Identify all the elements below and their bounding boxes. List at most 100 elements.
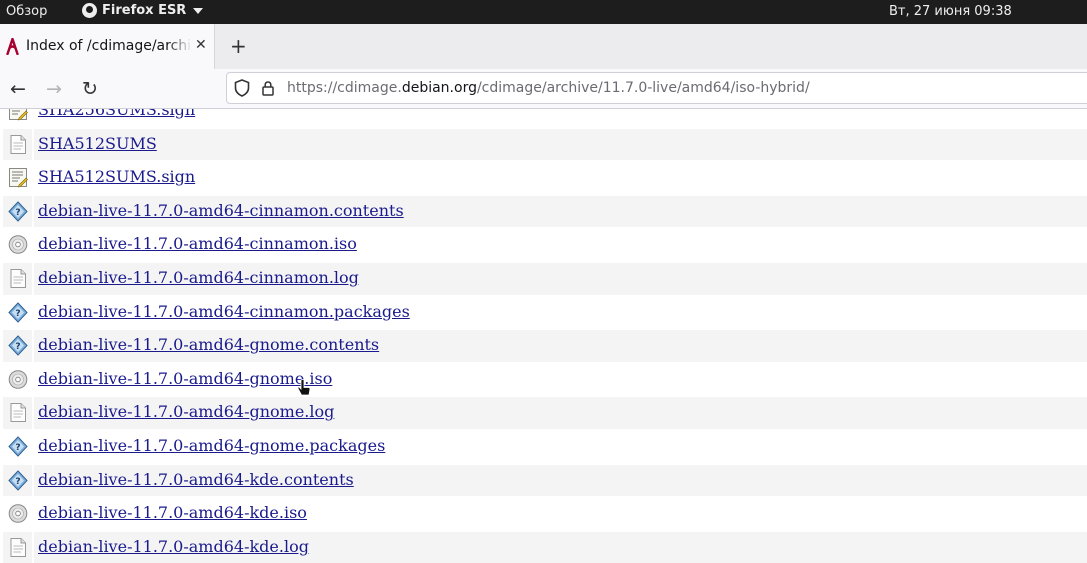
text-file-icon (10, 537, 26, 557)
package-file-icon: ? (8, 201, 28, 222)
file-icon-cell (3, 364, 32, 396)
svg-text:?: ? (15, 443, 20, 453)
file-link[interactable]: debian-live-11.7.0-amd64-gnome.iso (38, 369, 332, 388)
disc-image-icon (8, 369, 28, 389)
svg-text:?: ? (15, 208, 20, 218)
debian-swirl-icon (6, 38, 19, 55)
app-menu[interactable]: Firefox ESR (82, 3, 204, 18)
tab-strip: Index of /cdimage/archive/11.7.0-live/am… (0, 24, 1087, 69)
file-name-cell: debian-live-11.7.0-amd64-cinnamon.iso (34, 229, 1087, 261)
gnome-top-bar: Обзор Firefox ESR Вт, 27 июня 09:38 (0, 0, 1087, 24)
close-icon[interactable]: ✕ (195, 37, 207, 53)
file-name-cell: debian-live-11.7.0-amd64-cinnamon.conten… (34, 195, 1087, 228)
file-link[interactable]: debian-live-11.7.0-amd64-gnome.log (38, 402, 334, 421)
tab-title: Index of /cdimage/archive/11.7.0-live/am… (26, 38, 192, 54)
url-prefix: https://cdimage. (287, 80, 402, 96)
list-item: debian-live-11.7.0-amd64-gnome.iso (0, 363, 1087, 397)
file-link[interactable]: debian-live-11.7.0-amd64-kde.iso (38, 503, 307, 522)
svg-text:?: ? (15, 309, 20, 319)
file-name-cell: debian-live-11.7.0-amd64-gnome.contents (34, 330, 1087, 362)
file-link[interactable]: SHA512SUMS (38, 134, 157, 153)
clock[interactable]: Вт, 27 июня 09:38 (889, 4, 1012, 19)
package-file-icon: ? (8, 301, 28, 323)
file-icon-cell (3, 128, 32, 161)
svg-text:?: ? (15, 342, 20, 352)
package-file-icon: ? (8, 469, 28, 491)
file-name-cell: SHA512SUMS.sign (34, 162, 1087, 194)
list-item: debian-live-11.7.0-amd64-cinnamon.iso (0, 228, 1087, 262)
list-item: ? debian-live-11.7.0-amd64-cinnamon.conte… (0, 195, 1087, 229)
file-name-cell: debian-live-11.7.0-amd64-gnome.log (34, 397, 1087, 429)
directory-listing: SHA256SUMS.sign SHA512SUMS SHA512SUMS.sign… (0, 109, 1087, 563)
list-item: ? debian-live-11.7.0-amd64-cinnamon.packa… (0, 296, 1087, 330)
file-icon-cell (3, 262, 32, 295)
file-link[interactable]: debian-live-11.7.0-amd64-cinnamon.iso (38, 234, 357, 253)
file-icon-cell: ? (3, 297, 32, 329)
package-file-icon: ? (8, 335, 28, 356)
back-arrow-icon[interactable]: ← (6, 77, 30, 101)
file-icon-cell (3, 229, 32, 261)
file-name-cell: debian-live-11.7.0-amd64-kde.log (34, 531, 1087, 563)
list-item: ? debian-live-11.7.0-amd64-kde.contents (0, 464, 1087, 498)
file-link[interactable]: SHA256SUMS.sign (38, 109, 195, 119)
file-link[interactable]: debian-live-11.7.0-amd64-gnome.contents (38, 335, 379, 354)
list-item: ? debian-live-11.7.0-amd64-gnome.contents (0, 329, 1087, 363)
activities-button[interactable]: Обзор (6, 4, 47, 19)
file-name-cell: debian-live-11.7.0-amd64-gnome.iso (34, 364, 1087, 396)
disc-image-icon (8, 504, 28, 523)
forward-arrow-icon[interactable]: → (42, 77, 66, 101)
url-path: /cdimage/archive/11.7.0-live/amd64/iso-h… (476, 80, 810, 96)
file-link[interactable]: debian-live-11.7.0-amd64-kde.log (38, 537, 309, 556)
file-icon-cell: ? (3, 195, 32, 228)
new-tab-button[interactable]: + (230, 34, 247, 58)
list-item: debian-live-11.7.0-amd64-cinnamon.log (0, 262, 1087, 296)
file-icon-cell (3, 498, 32, 530)
list-item: SHA512SUMS.sign (0, 161, 1087, 195)
tracking-shield-icon[interactable] (234, 79, 250, 97)
url-bar[interactable]: https://cdimage.debian.org/cdimage/archi… (226, 72, 1087, 104)
package-file-icon: ? (8, 436, 28, 457)
file-link[interactable]: debian-live-11.7.0-amd64-gnome.packages (38, 436, 385, 455)
file-link[interactable]: debian-live-11.7.0-amd64-cinnamon.packag… (38, 302, 410, 321)
file-icon-cell (3, 531, 32, 563)
disc-image-icon (8, 235, 28, 255)
file-link[interactable]: SHA512SUMS.sign (38, 167, 195, 186)
file-name-cell: debian-live-11.7.0-amd64-gnome.packages (34, 431, 1087, 463)
file-icon-cell: ? (3, 431, 32, 463)
url-host: debian.org (401, 80, 477, 96)
list-item: debian-live-11.7.0-amd64-kde.log (0, 531, 1087, 563)
signature-file-icon (9, 109, 28, 121)
list-item: SHA512SUMS (0, 128, 1087, 162)
text-file-icon (10, 403, 26, 423)
navigation-toolbar: ← → ↻ https://cdimage.debian.org/cdimage… (0, 69, 1087, 109)
hand-cursor-icon (297, 379, 311, 396)
list-item: ? debian-live-11.7.0-amd64-gnome.packages (0, 430, 1087, 464)
file-name-cell: SHA256SUMS.sign (34, 109, 1087, 127)
file-name-cell: debian-live-11.7.0-amd64-kde.contents (34, 464, 1087, 497)
chevron-down-icon (193, 7, 204, 14)
tab-active[interactable]: Index of /cdimage/archive/11.7.0-live/am… (0, 24, 215, 69)
list-item: debian-live-11.7.0-amd64-kde.iso (0, 497, 1087, 531)
firefox-icon (82, 3, 97, 18)
file-link[interactable]: debian-live-11.7.0-amd64-cinnamon.conten… (38, 201, 404, 220)
url-text[interactable]: https://cdimage.debian.org/cdimage/archi… (287, 80, 810, 96)
file-name-cell: debian-live-11.7.0-amd64-cinnamon.log (34, 262, 1087, 295)
lock-icon[interactable] (262, 81, 274, 96)
app-menu-label: Firefox ESR (102, 3, 187, 18)
reload-icon[interactable]: ↻ (78, 77, 102, 101)
list-item: debian-live-11.7.0-amd64-gnome.log (0, 396, 1087, 430)
file-icon-cell: ? (3, 330, 32, 362)
list-item: SHA256SUMS.sign (0, 109, 1087, 128)
file-name-cell: SHA512SUMS (34, 128, 1087, 161)
file-icon-cell (3, 162, 32, 194)
file-link[interactable]: debian-live-11.7.0-amd64-cinnamon.log (38, 268, 359, 287)
text-file-icon (10, 268, 26, 288)
text-file-icon (10, 134, 26, 154)
file-icon-cell: ? (3, 464, 32, 497)
signature-file-icon (9, 168, 28, 188)
file-icon-cell (3, 397, 32, 429)
file-link[interactable]: debian-live-11.7.0-amd64-kde.contents (38, 470, 354, 489)
file-name-cell: debian-live-11.7.0-amd64-kde.iso (34, 498, 1087, 530)
file-name-cell: debian-live-11.7.0-amd64-cinnamon.packag… (34, 297, 1087, 329)
file-icon-cell (3, 109, 32, 127)
